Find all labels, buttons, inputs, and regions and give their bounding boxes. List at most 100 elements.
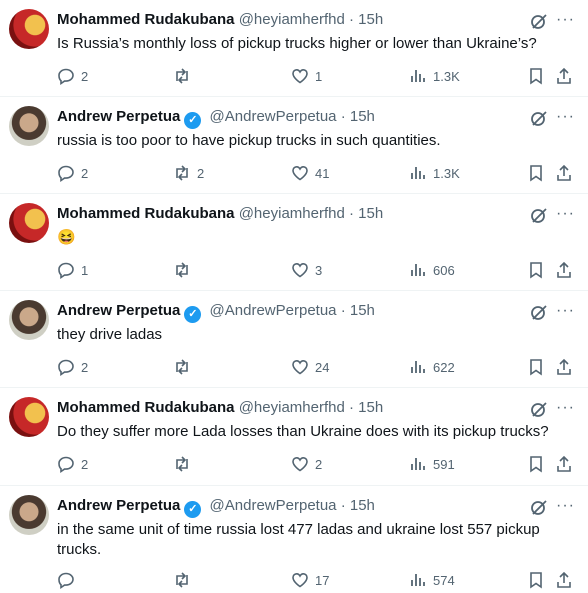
share-button[interactable] xyxy=(555,454,573,474)
reply-icon xyxy=(58,262,74,279)
avatar[interactable] xyxy=(9,106,49,146)
views-button[interactable]: 622 xyxy=(409,357,455,377)
separator: · xyxy=(349,399,354,416)
like-count: 17 xyxy=(315,572,330,588)
share-button[interactable] xyxy=(555,570,573,590)
author-handle[interactable]: @AndrewPerpetua xyxy=(210,302,337,319)
reply-icon xyxy=(58,572,74,589)
view-count: 622 xyxy=(433,359,455,375)
tweet[interactable]: Mohammed Rudakubana @heyiamherfhd · 15h … xyxy=(0,194,588,291)
views-button[interactable]: 1.3K xyxy=(409,66,460,86)
grok-icon[interactable] xyxy=(530,12,548,30)
grok-icon[interactable] xyxy=(530,498,548,516)
tweet-actions: 17 574 xyxy=(57,570,577,590)
tweet[interactable]: Mohammed Rudakubana @heyiamherfhd · 15h … xyxy=(0,0,588,97)
more-icon[interactable]: ··· xyxy=(556,205,575,223)
avatar[interactable] xyxy=(9,300,49,340)
grok-icon[interactable] xyxy=(530,109,548,127)
view-count: 606 xyxy=(433,262,455,278)
like-button[interactable]: 2 xyxy=(291,454,322,474)
verified-badge-icon: ✓ xyxy=(184,112,202,129)
avatar[interactable] xyxy=(9,397,49,437)
more-icon[interactable]: ··· xyxy=(556,108,575,126)
timestamp[interactable]: 15h xyxy=(350,497,375,514)
more-icon[interactable]: ··· xyxy=(556,11,575,29)
author-name[interactable]: Mohammed Rudakubana xyxy=(57,11,235,28)
author-handle[interactable]: @AndrewPerpetua xyxy=(210,108,337,125)
heart-icon xyxy=(292,68,308,84)
share-button[interactable] xyxy=(555,66,573,86)
views-button[interactable]: 1.3K xyxy=(409,163,460,183)
grok-icon[interactable] xyxy=(530,400,548,418)
retweet-button[interactable] xyxy=(173,357,197,377)
bookmark-button[interactable] xyxy=(527,570,545,590)
tweet[interactable]: Andrew Perpetua ✓ @AndrewPerpetua · 15h ·… xyxy=(0,486,588,593)
timestamp[interactable]: 15h xyxy=(358,205,383,222)
author-handle[interactable]: @heyiamherfhd xyxy=(239,205,345,222)
views-button[interactable]: 574 xyxy=(409,570,455,590)
tweet[interactable]: Mohammed Rudakubana @heyiamherfhd · 15h … xyxy=(0,388,588,486)
share-icon xyxy=(557,67,571,84)
author-handle[interactable]: @heyiamherfhd xyxy=(239,11,345,28)
more-icon[interactable]: ··· xyxy=(556,497,575,515)
retweet-button[interactable] xyxy=(173,260,197,280)
author-handle[interactable]: @AndrewPerpetua xyxy=(210,497,337,514)
like-button[interactable]: 1 xyxy=(291,66,322,86)
reply-icon xyxy=(58,456,74,473)
like-count: 41 xyxy=(315,165,330,181)
bookmark-icon xyxy=(530,262,542,279)
reply-button[interactable]: 2 xyxy=(57,163,88,183)
share-button[interactable] xyxy=(555,163,573,183)
share-button[interactable] xyxy=(555,260,573,280)
like-button[interactable]: 41 xyxy=(291,163,329,183)
author-name[interactable]: Mohammed Rudakubana xyxy=(57,205,235,222)
more-icon[interactable]: ··· xyxy=(556,399,575,417)
tweet-header: Mohammed Rudakubana @heyiamherfhd · 15h xyxy=(57,398,383,418)
views-icon xyxy=(411,264,425,276)
timestamp[interactable]: 15h xyxy=(358,11,383,28)
reply-button[interactable]: 2 xyxy=(57,66,88,86)
author-handle[interactable]: @heyiamherfhd xyxy=(239,399,345,416)
like-button[interactable]: 17 xyxy=(291,570,329,590)
bookmark-button[interactable] xyxy=(527,66,545,86)
retweet-button[interactable] xyxy=(173,66,197,86)
reply-count: 2 xyxy=(81,165,89,181)
avatar[interactable] xyxy=(9,203,49,243)
like-count: 24 xyxy=(315,359,330,375)
tweet-text: Do they suffer more Lada losses than Ukr… xyxy=(57,423,549,440)
bookmark-button[interactable] xyxy=(527,454,545,474)
retweet-button[interactable] xyxy=(173,570,197,590)
author-name[interactable]: Mohammed Rudakubana xyxy=(57,399,235,416)
tweet[interactable]: Andrew Perpetua ✓ @AndrewPerpetua · 15h ·… xyxy=(0,291,588,388)
reply-button[interactable] xyxy=(57,570,81,590)
timestamp[interactable]: 15h xyxy=(358,399,383,416)
separator: · xyxy=(349,205,354,222)
timestamp[interactable]: 15h xyxy=(350,302,375,319)
avatar[interactable] xyxy=(9,9,49,49)
author-name[interactable]: Andrew Perpetua xyxy=(57,497,180,514)
reply-button[interactable]: 2 xyxy=(57,357,88,377)
author-name[interactable]: Andrew Perpetua xyxy=(57,108,180,125)
author-name[interactable]: Andrew Perpetua xyxy=(57,302,180,319)
grok-icon[interactable] xyxy=(530,303,548,321)
bookmark-button[interactable] xyxy=(527,357,545,377)
retweet-button[interactable] xyxy=(173,454,197,474)
views-button[interactable]: 591 xyxy=(409,454,455,474)
retweet-button[interactable]: 2 xyxy=(173,163,204,183)
tweet-actions: 2 2 41 1.3K xyxy=(57,163,577,183)
timestamp[interactable]: 15h xyxy=(350,108,375,125)
share-button[interactable] xyxy=(555,357,573,377)
view-count: 1.3K xyxy=(433,68,460,84)
like-button[interactable]: 3 xyxy=(291,260,322,280)
grok-icon[interactable] xyxy=(530,206,548,224)
reply-count: 2 xyxy=(81,68,89,84)
reply-button[interactable]: 2 xyxy=(57,454,88,474)
tweet[interactable]: Andrew Perpetua ✓ @AndrewPerpetua · 15h ·… xyxy=(0,97,588,194)
views-button[interactable]: 606 xyxy=(409,260,455,280)
reply-button[interactable]: 1 xyxy=(57,260,88,280)
bookmark-button[interactable] xyxy=(527,163,545,183)
bookmark-button[interactable] xyxy=(527,260,545,280)
like-button[interactable]: 24 xyxy=(291,357,329,377)
avatar[interactable] xyxy=(9,495,49,535)
more-icon[interactable]: ··· xyxy=(556,302,575,320)
